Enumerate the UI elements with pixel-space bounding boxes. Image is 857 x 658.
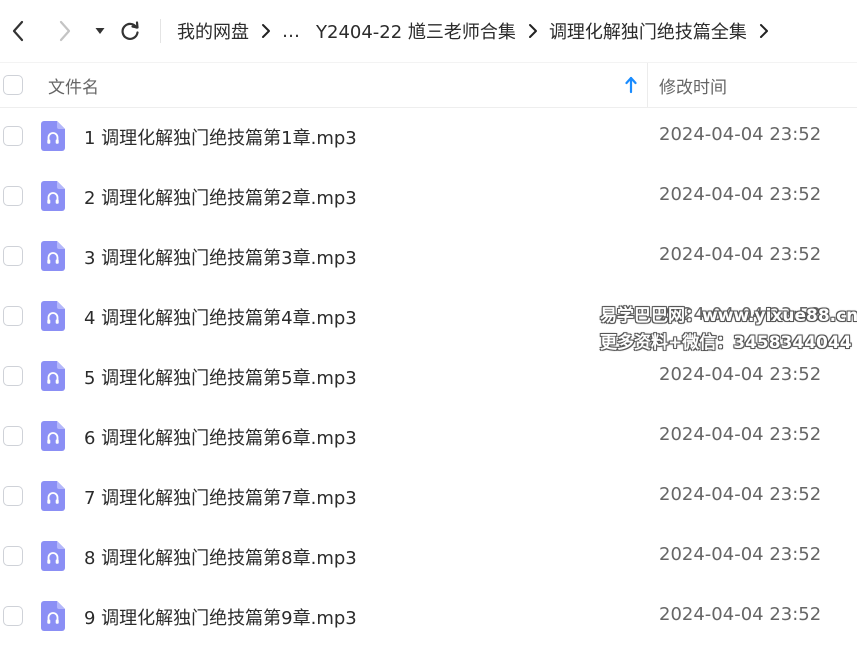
file-row[interactable]: 7 调理化解独门绝技篇第7章.mp3 2024-04-04 23:52 bbox=[0, 466, 857, 526]
audio-file-icon bbox=[41, 121, 65, 151]
row-checkbox[interactable] bbox=[3, 546, 23, 566]
chevron-right-icon bbox=[759, 24, 768, 38]
refresh-icon bbox=[121, 21, 139, 40]
file-modified-time: 2024-04-04 23:52 bbox=[659, 244, 822, 265]
row-checkbox[interactable] bbox=[3, 486, 23, 506]
watermark-line: 易学巴巴网：www.yixue88.cn bbox=[600, 306, 857, 326]
file-modified-time: 2024-04-04 23:52 bbox=[659, 424, 822, 445]
column-header-modified[interactable]: 修改时间 bbox=[659, 73, 727, 98]
caret-down-icon bbox=[95, 28, 105, 34]
history-dropdown-button[interactable] bbox=[85, 16, 115, 46]
row-checkbox[interactable] bbox=[3, 426, 23, 446]
audio-file-icon bbox=[41, 541, 65, 571]
row-checkbox[interactable] bbox=[3, 186, 23, 206]
file-modified-time: 2024-04-04 23:52 bbox=[659, 484, 822, 505]
file-name[interactable]: 5 调理化解独门绝技篇第5章.mp3 bbox=[84, 364, 357, 390]
audio-file-icon bbox=[41, 481, 65, 511]
column-header-name[interactable]: 文件名 bbox=[48, 73, 99, 98]
audio-file-icon bbox=[41, 421, 65, 451]
row-checkbox[interactable] bbox=[3, 246, 23, 266]
chevron-right-icon bbox=[528, 24, 537, 38]
back-button[interactable] bbox=[3, 16, 33, 46]
audio-file-icon bbox=[41, 301, 65, 331]
row-checkbox[interactable] bbox=[3, 606, 23, 626]
audio-file-icon bbox=[41, 361, 65, 391]
file-row[interactable]: 6 调理化解独门绝技篇第6章.mp3 2024-04-04 23:52 bbox=[0, 406, 857, 466]
breadcrumb-item-my-drive[interactable]: 我的网盘 bbox=[177, 18, 249, 44]
file-row[interactable]: 3 调理化解独门绝技篇第3章.mp3 2024-04-04 23:52 bbox=[0, 226, 857, 286]
file-name[interactable]: 3 调理化解独门绝技篇第3章.mp3 bbox=[84, 244, 357, 270]
breadcrumb-item-current-folder[interactable]: 调理化解独门绝技篇全集 bbox=[549, 18, 747, 44]
file-modified-time: 2024-04-04 23:52 bbox=[659, 124, 822, 145]
chevron-right-icon bbox=[59, 20, 71, 42]
chevron-left-icon bbox=[12, 20, 24, 42]
breadcrumb-item-ellipsis[interactable]: … bbox=[282, 21, 300, 42]
file-list: 1 调理化解独门绝技篇第1章.mp3 2024-04-04 23:52 2 调理化解… bbox=[0, 106, 857, 646]
audio-file-icon bbox=[41, 241, 65, 271]
file-list-header: 文件名 修改时间 bbox=[0, 62, 857, 108]
row-checkbox[interactable] bbox=[3, 306, 23, 326]
breadcrumb: 我的网盘 … Y2404-22 馗三老师合集 调理化解独门绝技篇全集 bbox=[177, 17, 780, 45]
file-row[interactable]: 9 调理化解独门绝技篇第9章.mp3 2024-04-04 23:52 bbox=[0, 586, 857, 646]
file-modified-time: 2024-04-04 23:52 bbox=[659, 364, 822, 385]
select-all-checkbox[interactable] bbox=[3, 75, 23, 95]
audio-file-icon bbox=[41, 181, 65, 211]
row-checkbox[interactable] bbox=[3, 366, 23, 386]
column-divider[interactable] bbox=[647, 63, 648, 107]
file-row[interactable]: 8 调理化解独门绝技篇第8章.mp3 2024-04-04 23:52 bbox=[0, 526, 857, 586]
file-name[interactable]: 9 调理化解独门绝技篇第9章.mp3 bbox=[84, 604, 357, 630]
file-modified-time: 2024-04-04 23:52 bbox=[659, 184, 822, 205]
file-row[interactable]: 2 调理化解独门绝技篇第2章.mp3 2024-04-04 23:52 bbox=[0, 166, 857, 226]
sort-ascending-icon[interactable] bbox=[624, 75, 638, 95]
toolbar-divider bbox=[160, 19, 161, 43]
audio-file-icon bbox=[41, 601, 65, 631]
file-name[interactable]: 6 调理化解独门绝技篇第6章.mp3 bbox=[84, 424, 357, 450]
file-name[interactable]: 7 调理化解独门绝技篇第7章.mp3 bbox=[84, 484, 357, 510]
watermark-line: 更多资料+微信：3458344044 bbox=[600, 333, 852, 353]
chevron-right-icon bbox=[262, 24, 270, 38]
file-modified-time: 2024-04-04 23:52 bbox=[659, 544, 822, 565]
file-modified-time: 2024-04-04 23:52 bbox=[659, 604, 822, 625]
toolbar: 我的网盘 … Y2404-22 馗三老师合集 调理化解独门绝技篇全集 bbox=[0, 0, 857, 62]
breadcrumb-item-collection[interactable]: Y2404-22 馗三老师合集 bbox=[316, 18, 516, 44]
file-name[interactable]: 4 调理化解独门绝技篇第4章.mp3 bbox=[84, 304, 357, 330]
file-name[interactable]: 8 调理化解独门绝技篇第8章.mp3 bbox=[84, 544, 357, 570]
file-name[interactable]: 2 调理化解独门绝技篇第2章.mp3 bbox=[84, 184, 357, 210]
watermark: 易学巴巴网：www.yixue88.cn 更多资料+微信：3458344044 bbox=[600, 303, 857, 357]
forward-button[interactable] bbox=[50, 16, 80, 46]
refresh-button[interactable] bbox=[115, 16, 145, 46]
file-row[interactable]: 1 调理化解独门绝技篇第1章.mp3 2024-04-04 23:52 bbox=[0, 106, 857, 166]
file-name[interactable]: 1 调理化解独门绝技篇第1章.mp3 bbox=[84, 124, 357, 150]
row-checkbox[interactable] bbox=[3, 126, 23, 146]
